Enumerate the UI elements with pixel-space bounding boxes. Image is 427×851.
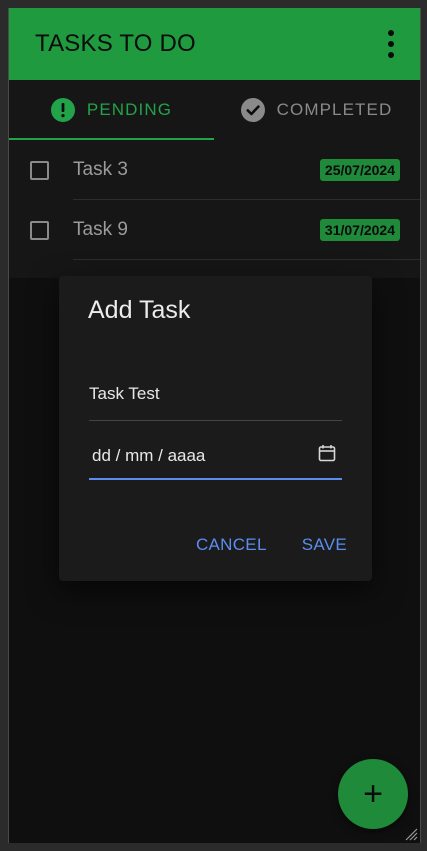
list-item: Task 3 25/07/2024: [9, 140, 420, 200]
cancel-button[interactable]: CANCEL: [196, 535, 267, 555]
task-list: Task 3 25/07/2024 Task 9 31/07/2024: [9, 140, 420, 278]
date-placeholder: dd / mm / aaaa: [92, 446, 206, 465]
tab-completed-label: COMPLETED: [276, 100, 393, 119]
tab-pending-label: PENDING: [86, 100, 173, 119]
tab-completed[interactable]: COMPLETED: [214, 80, 419, 140]
tab-bar: PENDING COMPLETED: [9, 80, 420, 140]
resize-handle-icon[interactable]: [404, 827, 418, 841]
calendar-icon[interactable]: [318, 444, 336, 462]
task-name-input[interactable]: [89, 384, 342, 404]
app-title: TASKS TO DO: [35, 30, 196, 57]
task-name-field-wrapper: [89, 372, 342, 421]
divider: [73, 259, 420, 260]
task-name: Task 9: [73, 219, 128, 240]
task-checkbox[interactable]: [30, 160, 49, 180]
save-button[interactable]: SAVE: [302, 535, 347, 555]
app-window: TASKS TO DO PENDING COMPLETED Task 3 25/…: [8, 8, 421, 843]
list-item: Task 9 31/07/2024: [9, 200, 420, 260]
dialog-title: Add Task: [88, 296, 191, 324]
check-circle-icon: [240, 98, 265, 122]
app-bar: TASKS TO DO: [9, 8, 420, 80]
add-task-dialog: Add Task dd / mm / aaaa CANCEL SAVE: [59, 276, 372, 581]
more-vert-icon[interactable]: [386, 30, 396, 58]
task-date-badge: 25/07/2024: [319, 159, 400, 181]
plus-icon: +: [363, 775, 383, 813]
alert-circle-icon: [50, 98, 75, 122]
add-task-button[interactable]: +: [338, 759, 408, 829]
date-field[interactable]: dd / mm / aaaa: [89, 432, 342, 480]
task-date-badge: 31/07/2024: [319, 219, 400, 241]
task-checkbox[interactable]: [30, 220, 49, 240]
task-name: Task 3: [73, 159, 128, 180]
dialog-actions: CANCEL SAVE: [196, 535, 347, 555]
tab-pending[interactable]: PENDING: [9, 80, 214, 140]
